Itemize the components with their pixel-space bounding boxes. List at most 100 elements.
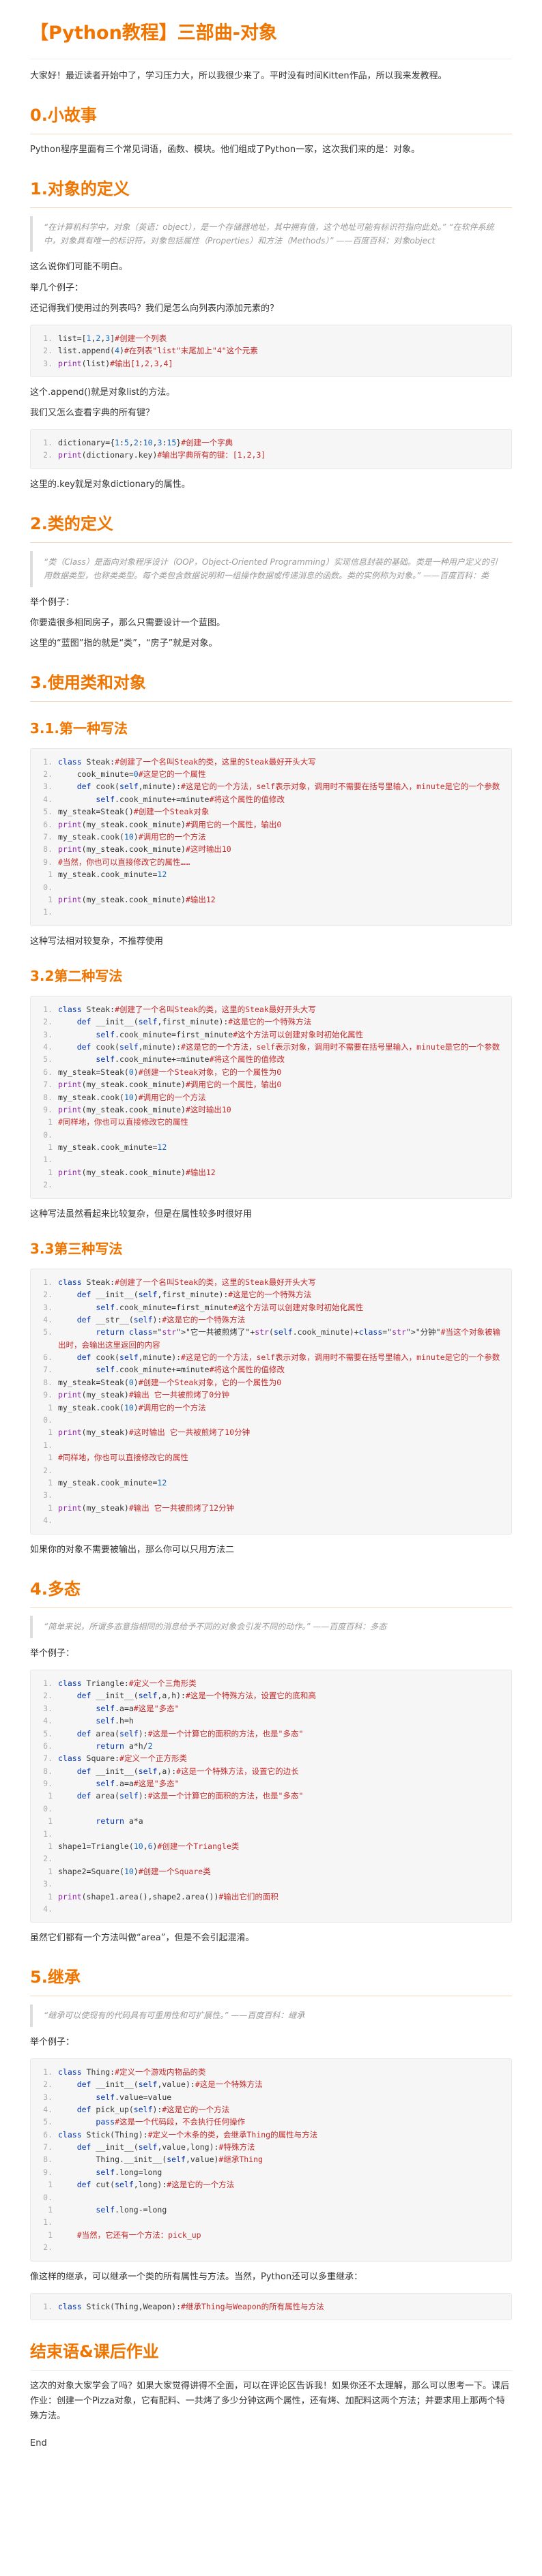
code-line: 7. my_steak.cook(10)#调用它的一个方法 xyxy=(39,831,503,843)
code-text: my_steak.cook_minute=12 xyxy=(58,870,167,880)
code-text: my_steak.cook(10)#调用它的一个方法 xyxy=(58,1402,206,1412)
code-text: def cook(self,minute):#这是它的一个方法，self表示对象… xyxy=(76,1041,500,1052)
code-text: print(my_steak.cook_minute)#调用它的一个属性，输出0 xyxy=(58,819,282,829)
code-text: #同样地，你也可以直接修改它的属性 xyxy=(58,1117,188,1127)
section-heading-class-definition: 2.类的定义 xyxy=(30,510,512,543)
line-number: 5. xyxy=(43,807,53,817)
code-text: class Steak:#创建了一个名叫Steak的类，这里的Steak最好开头… xyxy=(58,1277,316,1287)
code-line: 3. def cook(self,minute):#这是它的一个方法，self表… xyxy=(39,780,503,793)
code-line: 11. return a*a xyxy=(39,1815,503,1840)
code-line: 3. print(list)#输出[1,2,3,4] xyxy=(39,357,503,370)
line-number: 8. xyxy=(43,1766,53,1776)
line-number: 11. xyxy=(43,1427,53,1450)
paragraph: 举个例子： xyxy=(30,597,75,608)
code-line: 7. print(my_steak.cook_minute)#调用它的一个属性，输… xyxy=(39,1078,503,1091)
code-line: 5. def area(self):#这是一个计算它的面积的方法，也是"多态" xyxy=(39,1728,503,1740)
code-block-dictionary[interactable]: 1. dictionary={1:5,2:10,3:15}#创建一个字典 2. pri… xyxy=(30,429,512,469)
code-text: pass#这是一个代码段，不会执行任何操作 xyxy=(96,2117,246,2127)
code-line: 1. dictionary={1:5,2:10,3:15}#创建一个字典 xyxy=(39,436,503,449)
code-text: return a*h/2 xyxy=(96,1741,153,1751)
code-text: class Steak:#创建了一个名叫Steak的类，这里的Steak最好开头… xyxy=(58,756,316,767)
code-text: list=[1,2,3]#创建一个列表 xyxy=(58,333,167,343)
code-line: 6. class Stick(Thing):#定义一个木条的类，会继承Thing的… xyxy=(39,2129,503,2141)
line-number: 1. xyxy=(43,438,53,448)
line-number: 8. xyxy=(43,2155,53,2165)
line-number: 10. xyxy=(43,1402,53,1425)
code-text: #当然，它还有一个方法：pick_up xyxy=(76,2230,201,2240)
conclusion-paragraph: 这次的对象大家学会了吗？如果大家觉得讲得不全面，可以在评论区告诉我！如果你还不太… xyxy=(30,2380,510,2422)
paragraph: 如果你的对象不需要被输出，那么你可以只用方法二 xyxy=(30,1544,235,1555)
inheritance-quote: “继承可以使现有的代码具有可重用性和可扩展性。” ——百度百科：继承 xyxy=(30,2004,512,2027)
code-block-list[interactable]: 1. list=[1,2,3]#创建一个列表 2. list.append(4)#在列… xyxy=(30,324,512,377)
paragraph: 举个例子： xyxy=(30,1648,75,1659)
line-number: 8. xyxy=(43,1092,53,1102)
code-text: return class="str">"它一共被煎烤了"+str(self.co… xyxy=(58,1327,501,1350)
code-line: 9. print(my_steak.cook_minute)#这时输出10 xyxy=(39,1104,503,1116)
code-text: class Steak:#创建了一个名叫Steak的类，这里的Steak最好开头… xyxy=(58,1004,316,1014)
code-line: 7. def __init__(self,value,long):#特殊方法 xyxy=(39,2141,503,2153)
code-block-multiple-inheritance[interactable]: 1. class Stick(Thing,Weapon):#继承Thing与Wea… xyxy=(30,2292,512,2321)
code-line: 8. my_steak.cook(10)#调用它的一个方法 xyxy=(39,1091,503,1104)
code-text: print(my_steak.cook_minute)#输出12 xyxy=(58,1167,216,1177)
paragraph: 举几个例子： xyxy=(30,282,84,293)
code-block-method-3[interactable]: 1. class Steak:#创建了一个名叫Steak的类，这里的Steak最好… xyxy=(30,1268,512,1535)
code-text: def cook(self,minute):#这是它的一个方法，self表示对象… xyxy=(76,1352,500,1363)
line-number: 1. xyxy=(43,1678,53,1688)
line-number: 2. xyxy=(43,1017,53,1027)
code-text: def area(self):#这是一个计算它的面积的方法，也是"多态" xyxy=(76,1728,304,1738)
paragraph: 举个例子： xyxy=(30,2037,75,2047)
code-block-method-2[interactable]: 1. class Steak:#创建了一个名叫Steak的类，这里的Steak最好… xyxy=(30,995,512,1199)
intro-paragraph: 大家好！最近读者开始中了，学习压力大，所以我很少来了。平时没有时间Kitten作… xyxy=(30,70,447,81)
line-number: 9. xyxy=(43,1104,53,1114)
code-line: 4. def cook(self,minute):#这是它的一个方法，self表… xyxy=(39,1041,503,1053)
code-line: 8. my_steak=Steak(0)#创建一个Steak对象，它的一个属性为0 xyxy=(39,1376,503,1389)
code-line: 3. self.a=a#这是"多态" xyxy=(39,1702,503,1715)
code-text: self.cook_minute+=minute#将这个属性的值修改 xyxy=(96,1365,285,1375)
code-text: my_steak.cook_minute=12 xyxy=(58,1478,167,1487)
paragraph: 这个.append()就是对象list的方法。 xyxy=(30,387,175,398)
line-number: 8. xyxy=(43,844,53,855)
line-number: 4. xyxy=(43,2104,53,2114)
paragraph: 你要造很多相同房子，那么只需要设计一个蓝图。 xyxy=(30,617,226,628)
code-line: 7. class Square:#定义一个正方形类 xyxy=(39,1752,503,1764)
code-block-method-1[interactable]: 1. class Steak:#创建了一个名叫Steak的类，这里的Steak最好… xyxy=(30,747,512,926)
line-number: 10. xyxy=(43,1791,53,1813)
code-line: 7. self.cook_minute+=minute#将这个属性的值修改 xyxy=(39,1363,503,1376)
line-number: 4. xyxy=(43,1314,53,1324)
code-text: self.cook_minute=first_minute#这个方法可以创建对象… xyxy=(96,1029,364,1039)
code-line: 6. my_steak=Steak(0)#创建一个Steak对象，它的一个属性为0 xyxy=(39,1066,503,1078)
code-line: 4. def __str__(self):#这是它的一个特殊方法 xyxy=(39,1314,503,1326)
code-text: my_steak=Steak(0)#创建一个Steak对象，它的一个属性为0 xyxy=(58,1377,282,1387)
code-text: print(my_steak)#输出 它一共被煎烤了0分钟 xyxy=(58,1390,230,1400)
line-number: 1. xyxy=(43,2301,53,2311)
line-number: 4. xyxy=(43,1716,53,1726)
code-text: def __init__(self,a):#这是一个特殊方法，设置它的边长 xyxy=(76,1766,299,1776)
code-line: 5. pass#这是一个代码段，不会执行任何操作 xyxy=(39,2116,503,2128)
section-heading-story: 0.小故事 xyxy=(30,102,512,134)
code-line: 6. print(my_steak.cook_minute)#调用它的一个属性，输… xyxy=(39,818,503,831)
code-line: 3. self.value=value xyxy=(39,2091,503,2103)
code-line: 8. Thing.__init__(self,value)#继承Thing xyxy=(39,2153,503,2165)
code-text: cook_minute=0#这是它的一个属性 xyxy=(58,769,206,780)
code-text: print(my_steak.cook_minute)#这时输出10 xyxy=(58,1104,231,1114)
code-line: 2. def __init__(self,value):#这是一个特殊方法 xyxy=(39,2078,503,2090)
line-number: 14. xyxy=(43,1891,53,1914)
code-line: 8. print(my_steak.cook_minute)#这时输出10 xyxy=(39,843,503,855)
code-line: 1. class Steak:#创建了一个名叫Steak的类，这里的Steak最好… xyxy=(39,756,503,768)
object-definition-quote: “在计算机科学中，对象（英语：object），是一个存储器地址，其中拥有值，这个… xyxy=(30,216,512,252)
line-number: 10. xyxy=(43,1117,53,1140)
code-line: 1. list=[1,2,3]#创建一个列表 xyxy=(39,332,503,344)
code-text: self.h=h xyxy=(96,1716,134,1726)
code-text: my_steak.cook(10)#调用它的一个方法 xyxy=(58,1092,206,1102)
line-number: 13. xyxy=(43,1478,53,1500)
line-number: 2. xyxy=(43,2079,53,2090)
line-number: 2. xyxy=(43,769,53,780)
code-line: 2. def __init__(self,first_minute):#这是它的… xyxy=(39,1288,503,1301)
code-block-inheritance[interactable]: 1. class Thing:#定义一个游戏内物品的类 2. def __init_… xyxy=(30,2058,512,2262)
line-number: 2. xyxy=(43,1290,53,1300)
code-block-polymorphism[interactable]: 1. class Triangle:#定义一个三角形类 2. def __init_… xyxy=(30,1669,512,1923)
code-line: 1. class Triangle:#定义一个三角形类 xyxy=(39,1677,503,1689)
code-text: print(list)#输出[1,2,3,4] xyxy=(58,358,173,368)
code-line: 12. shape1=Triangle(10,6)#创建一个Triangle类 xyxy=(39,1840,503,1865)
paragraph: 我们又怎么查看字典的所有键？ xyxy=(30,408,155,418)
